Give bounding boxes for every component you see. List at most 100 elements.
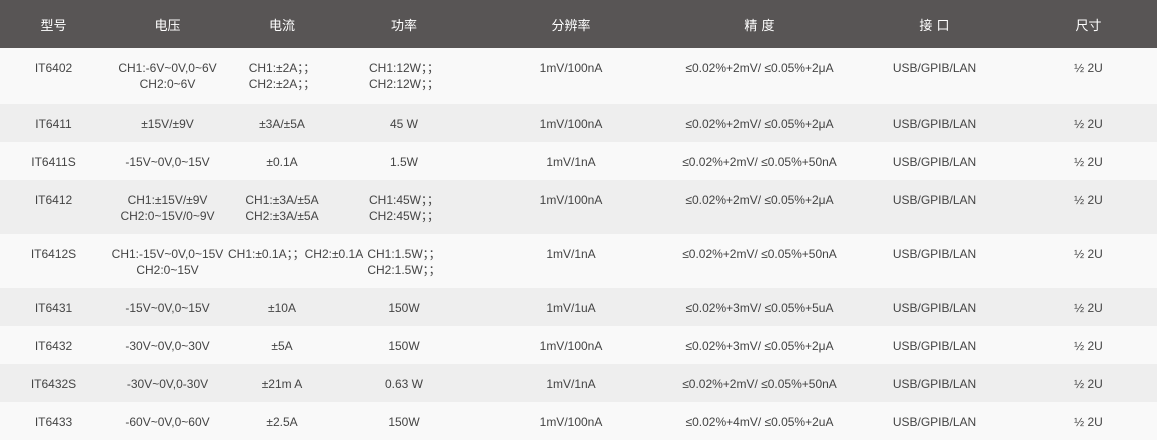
cell-power: CH1:12W；； CH2:12W；； (336, 48, 472, 104)
cell-power: 150W (336, 288, 472, 326)
cell-current: ±5A (228, 326, 336, 364)
cell-resolution: 1mV/1uA (546, 301, 596, 315)
cell-resolution: 1mV/100nA (539, 61, 603, 75)
cell-accuracy: ≤0.02%+2mV/ ≤0.05%+2μA (685, 193, 834, 207)
table-header: 型号 电压 电流 功率 分辨率 精 度 接 口 尺寸 (0, 0, 1157, 48)
cell-model: IT6411S (31, 155, 76, 169)
cell-voltage-line: -60V~0V,0~60V (125, 415, 210, 429)
cell-model: IT6402 (34, 61, 73, 75)
header-model: 型号 (40, 18, 67, 34)
header-accuracy: 精 度 (744, 18, 775, 34)
cell-voltage: CH1:-6V~0V,0~6V CH2:0~6V (107, 48, 228, 104)
cell-power: 150W (336, 402, 472, 440)
cell-current: CH1:±0.1A；；CH2:±0.1A (228, 234, 364, 288)
cell-current: ±3A/±5A (228, 104, 336, 142)
cell-resolution: 1mV/100nA (539, 117, 603, 131)
cell-model: IT6431 (34, 301, 73, 315)
cell-current: ±2.5A (228, 402, 336, 440)
cell-voltage: -15V~0V,0~15V (107, 288, 228, 326)
cell-current: ±0.1A (228, 142, 336, 180)
cell-power: 0.63 W (336, 364, 472, 402)
cell-model: IT6433 (34, 415, 73, 429)
cell-current: ±10A (228, 288, 336, 326)
header-resolution: 分辨率 (551, 18, 591, 34)
cell-size: ½ 2U (1074, 117, 1103, 131)
table-row: IT6412 CH1:±15V/±9V CH2:0~15V/0~9V CH1:±3A/… (0, 180, 1157, 234)
table-row: IT6412S CH1:-15V~0V,0~15V CH2:0~15V CH1:±0.… (0, 234, 1157, 288)
cell-voltage-line: -30V~0V,0-30V (126, 377, 209, 391)
cell-current-line: ±2.5A (266, 415, 298, 429)
header-size: 尺寸 (1075, 18, 1102, 34)
spec-table: 型号 电压 电流 功率 分辨率 精 度 接 口 尺寸 IT6402 CH1:-6V… (0, 0, 1157, 440)
cell-power: 45 W (336, 104, 472, 142)
cell-power-line: CH2:12W；； (368, 77, 439, 91)
cell-accuracy: ≤0.02%+4mV/ ≤0.05%+2uA (685, 415, 834, 429)
cell-voltage: -60V~0V,0~60V (107, 402, 228, 440)
cell-power-line: 150W (388, 339, 420, 353)
table-row: IT6411S -15V~0V,0~15V ±0.1A 1.5W 1mV/1nA ≤0.0… (0, 142, 1157, 180)
cell-voltage-line: ±15V/±9V (141, 117, 194, 131)
cell-current-line: CH1:±0.1A；；CH2:±0.1A (228, 247, 364, 261)
cell-accuracy: ≤0.02%+2mV/ ≤0.05%+2μA (685, 117, 834, 131)
cell-voltage-line: CH2:0~6V (139, 77, 196, 91)
cell-voltage-line: CH1:-6V~0V,0~6V (118, 61, 217, 75)
cell-resolution: 1mV/1nA (546, 377, 596, 391)
table-row: IT6402 CH1:-6V~0V,0~6V CH2:0~6V CH1:±2A；； CH… (0, 48, 1157, 104)
cell-power: 150W (336, 326, 472, 364)
cell-current-line: ±0.1A (266, 155, 298, 169)
cell-current-line: CH2:±2A；； (248, 77, 316, 91)
cell-model: IT6432 (34, 339, 73, 353)
cell-interface: USB/GPIB/LAN (892, 301, 977, 315)
cell-interface: USB/GPIB/LAN (892, 117, 977, 131)
cell-size: ½ 2U (1074, 61, 1103, 75)
cell-voltage: -30V~0V,0~30V (107, 326, 228, 364)
cell-resolution: 1mV/1nA (546, 247, 596, 261)
cell-resolution: 1mV/1nA (546, 155, 596, 169)
cell-interface: USB/GPIB/LAN (892, 155, 977, 169)
cell-current-line: ±3A/±5A (259, 117, 305, 131)
header-voltage: 电压 (154, 18, 181, 34)
cell-power: CH1:1.5W；； CH2:1.5W；； (336, 234, 472, 288)
cell-size: ½ 2U (1074, 377, 1103, 391)
cell-model: IT6432S (30, 377, 77, 391)
cell-size: ½ 2U (1074, 301, 1103, 315)
cell-voltage: -30V~0V,0-30V (107, 364, 228, 402)
cell-accuracy: ≤0.02%+2mV/ ≤0.05%+50nA (682, 377, 837, 391)
cell-current: CH1:±2A；； CH2:±2A；； (228, 48, 336, 104)
cell-resolution: 1mV/100nA (539, 339, 603, 353)
cell-resolution: 1mV/100nA (539, 193, 603, 207)
table-row: IT6433 -60V~0V,0~60V ±2.5A 150W 1mV/100nA ≤0.… (0, 402, 1157, 440)
cell-current-line: ±21m A (261, 377, 303, 391)
cell-voltage: CH1:-15V~0V,0~15V CH2:0~15V (107, 234, 228, 288)
cell-voltage-line: -15V~0V,0~15V (125, 155, 210, 169)
cell-power: CH1:45W；； CH2:45W；； (336, 180, 472, 234)
cell-current: ±21m A (228, 364, 336, 402)
cell-power-line: 45 W (389, 117, 418, 131)
cell-voltage: ±15V/±9V (107, 104, 228, 142)
table-body: IT6402 CH1:-6V~0V,0~6V CH2:0~6V CH1:±2A；； CH… (0, 48, 1157, 440)
cell-size: ½ 2U (1074, 247, 1103, 261)
cell-voltage: -15V~0V,0~15V (107, 142, 228, 180)
cell-voltage: CH1:±15V/±9V CH2:0~15V/0~9V (107, 180, 228, 234)
table-row: IT6432S -30V~0V,0-30V ±21m A 0.63 W 1mV/1nA ≤… (0, 364, 1157, 402)
cell-voltage-line: CH1:-15V~0V,0~15V (111, 247, 224, 261)
cell-current: CH1:±3A/±5A CH2:±3A/±5A (228, 180, 336, 234)
cell-power: 1.5W (336, 142, 472, 180)
header-current: 电流 (268, 18, 295, 34)
cell-model: IT6412 (34, 193, 73, 207)
cell-voltage-line: -30V~0V,0~30V (125, 339, 210, 353)
cell-model: IT6411 (35, 117, 72, 131)
cell-power-line: 1.5W (389, 155, 418, 169)
cell-voltage-line: CH1:±15V/±9V (127, 193, 208, 207)
table-row: IT6432 -30V~0V,0~30V ±5A 150W 1mV/100nA ≤0.02… (0, 326, 1157, 364)
cell-size: ½ 2U (1074, 415, 1103, 429)
cell-accuracy: ≤0.02%+3mV/ ≤0.05%+2μA (685, 339, 834, 353)
cell-power-line: 150W (388, 301, 420, 315)
cell-size: ½ 2U (1074, 339, 1103, 353)
cell-interface: USB/GPIB/LAN (892, 339, 977, 353)
cell-interface: USB/GPIB/LAN (892, 377, 977, 391)
cell-accuracy: ≤0.02%+2mV/ ≤0.05%+50nA (682, 155, 837, 169)
cell-power-line: CH1:45W；； (368, 193, 439, 207)
cell-current-line: CH1:±3A/±5A (245, 193, 319, 207)
cell-interface: USB/GPIB/LAN (892, 61, 977, 75)
